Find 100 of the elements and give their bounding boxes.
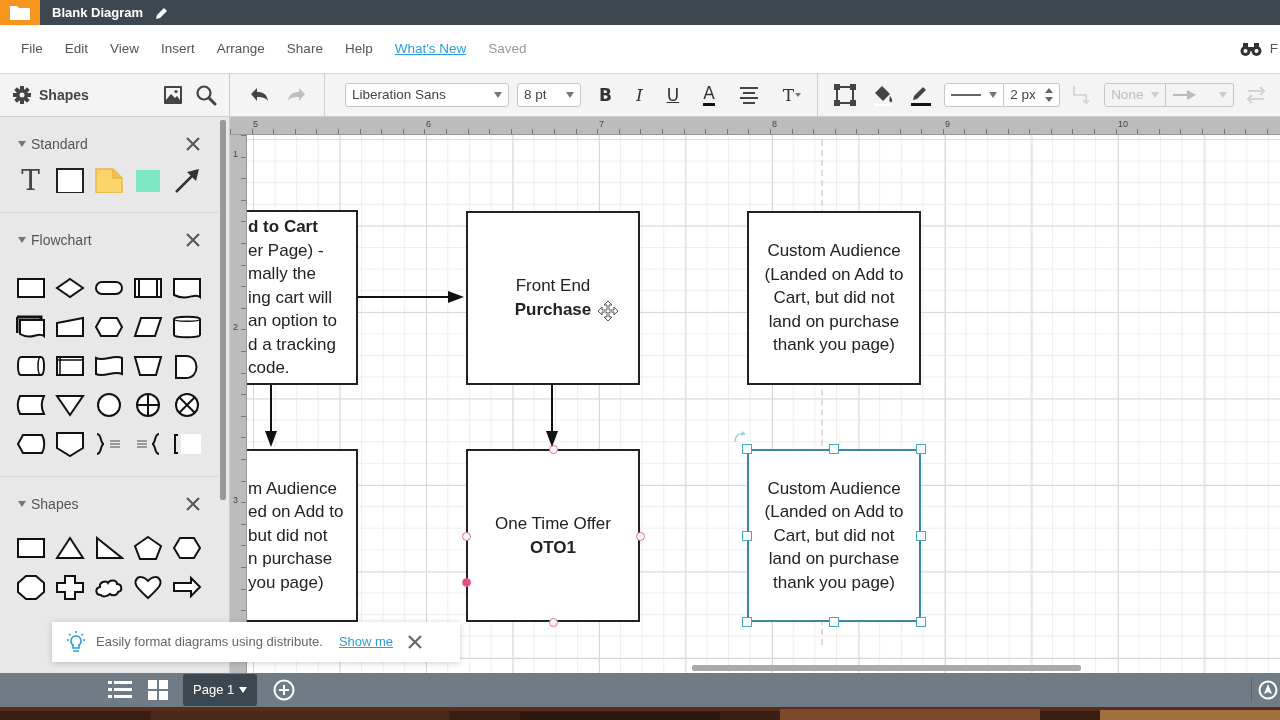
shield-icon[interactable] — [54, 432, 85, 457]
menu-item[interactable]: Share — [275, 38, 334, 60]
octagon-icon[interactable] — [15, 575, 46, 600]
section-title[interactable]: Shapes — [31, 493, 186, 515]
menu-item[interactable]: File — [10, 38, 54, 60]
curved-sides-shape-icon[interactable] — [15, 393, 46, 418]
menu-item[interactable]: View — [99, 38, 151, 60]
double-sided-rectangle-icon[interactable] — [132, 276, 163, 301]
parallelogram-icon[interactable] — [132, 315, 163, 340]
heart-icon[interactable] — [132, 575, 163, 600]
connector-arrow[interactable] — [357, 291, 464, 303]
scrollbar[interactable] — [220, 120, 226, 500]
close-icon[interactable] — [186, 137, 200, 151]
connection-point[interactable] — [549, 618, 558, 627]
text-tool[interactable]: T — [21, 166, 40, 195]
scrollbar[interactable] — [692, 665, 1081, 671]
italic-button[interactable]: I — [635, 86, 643, 104]
rectangle-icon[interactable] — [15, 536, 46, 561]
pen-button[interactable] — [910, 84, 933, 106]
trapezoid-icon[interactable] — [132, 354, 163, 379]
resize-handle[interactable] — [829, 444, 839, 454]
right-arrow-icon[interactable] — [171, 575, 202, 600]
text-options-button[interactable]: T — [782, 86, 802, 104]
resize-handle[interactable] — [916, 617, 926, 627]
hexagon-icon[interactable] — [93, 315, 124, 340]
grid-view-icon[interactable] — [148, 680, 168, 700]
diagram-node[interactable]: m Audience ed on Add to but did not n purchase you page) — [247, 449, 358, 622]
font-dropdown[interactable]: Liberation Sans — [345, 83, 509, 107]
paint-bucket-icon — [872, 84, 895, 106]
pencil-icon[interactable] — [155, 5, 170, 20]
image-icon[interactable] — [163, 85, 183, 105]
diagram-node[interactable]: d to Cart er Page) - mally the ing cart will an option to d a tracking code. — [247, 210, 358, 385]
elbow-connector-icon — [1072, 84, 1093, 106]
connection-point[interactable] — [462, 578, 471, 588]
gear-icon[interactable] — [12, 85, 32, 105]
close-icon[interactable] — [186, 233, 200, 247]
add-page-icon[interactable] — [273, 679, 296, 701]
connector-arrow[interactable] — [546, 384, 558, 447]
cross-shape-icon[interactable] — [54, 575, 85, 600]
document-shape-icon[interactable] — [171, 276, 202, 301]
connection-point[interactable] — [462, 531, 471, 541]
text-color-button[interactable]: A — [703, 84, 715, 106]
list-icon[interactable] — [108, 680, 132, 700]
section-title[interactable]: Flowchart — [31, 229, 186, 251]
font-size-dropdown[interactable]: 8 pt — [517, 83, 581, 107]
resize-handle[interactable] — [829, 617, 839, 627]
pentagon-icon[interactable] — [132, 536, 163, 561]
close-icon[interactable] — [186, 497, 200, 511]
paint-bucket-button[interactable] — [872, 84, 895, 106]
connection-point[interactable] — [549, 445, 558, 454]
collapse-caret[interactable] — [18, 237, 26, 243]
collapse-caret[interactable] — [18, 141, 26, 147]
close-icon[interactable] — [407, 634, 424, 650]
bold-button[interactable]: B — [599, 86, 612, 104]
search-icon[interactable] — [195, 84, 217, 106]
resize-handle[interactable] — [916, 444, 926, 454]
resize-handle[interactable] — [742, 617, 752, 627]
align-center-button[interactable] — [738, 85, 759, 105]
node-text: m Audience ed on Add to but did not n purchase you page) — [247, 477, 344, 594]
hexagon-icon[interactable] — [171, 536, 202, 561]
display-shape-icon[interactable] — [15, 432, 46, 457]
resize-handle[interactable] — [742, 444, 752, 454]
cylinder-icon[interactable] — [171, 315, 202, 340]
diagram-node[interactable]: One Time Offer OTO1 — [466, 449, 640, 622]
slanted-top-shape-icon[interactable] — [54, 315, 85, 340]
menu-item[interactable]: Insert — [150, 38, 206, 60]
down-triangle-icon[interactable] — [54, 393, 85, 418]
diamond-icon[interactable] — [54, 276, 85, 301]
navigation-icon[interactable] — [1258, 680, 1278, 700]
collapse-caret[interactable] — [18, 501, 26, 507]
shape-border-button[interactable] — [834, 84, 857, 106]
lightbulb-icon — [64, 630, 88, 654]
swap-arrows-icon — [1246, 84, 1267, 106]
binoculars-icon[interactable] — [1239, 41, 1262, 57]
menu-item[interactable]: Edit — [53, 38, 100, 60]
ruler-label: 1 — [233, 148, 238, 161]
resize-handle[interactable] — [916, 530, 926, 541]
connector-arrow[interactable] — [265, 384, 277, 447]
rectangle-icon[interactable] — [15, 276, 46, 301]
diagram-node[interactable]: Front End Purchase — [466, 211, 640, 385]
wavy-shape-icon[interactable] — [93, 354, 124, 379]
underline-button[interactable]: U — [666, 86, 680, 104]
connection-point[interactable] — [636, 531, 645, 541]
line-width-spinner[interactable]: 2 px — [1004, 83, 1061, 107]
right-triangle-icon[interactable] — [93, 536, 124, 561]
triangle-icon[interactable] — [54, 536, 85, 561]
menu-item[interactable]: Arrange — [205, 38, 276, 60]
diagram-node[interactable]: Custom Audience (Landed on Add to Cart, but did not land on purchase thank you page) — [747, 449, 921, 622]
page-tab[interactable]: Page 1 — [183, 674, 258, 706]
framed-rectangle-icon[interactable] — [54, 354, 85, 379]
horizontal-cylinder-icon[interactable] — [15, 354, 46, 379]
diagram-node[interactable]: Custom Audience (Landed on Add to Cart, but did not land on purchase thank you page) — [747, 211, 921, 385]
ruler-label: 5 — [253, 118, 258, 131]
menu-item[interactable]: Help — [333, 38, 384, 60]
find-label[interactable]: F — [1269, 38, 1278, 60]
resize-handle[interactable] — [742, 530, 752, 541]
bracket-icon[interactable] — [171, 432, 202, 457]
section-title[interactable]: Standard — [31, 133, 186, 155]
stacked-document-icon[interactable] — [15, 315, 46, 340]
line-style-dropdown[interactable] — [944, 83, 1005, 107]
